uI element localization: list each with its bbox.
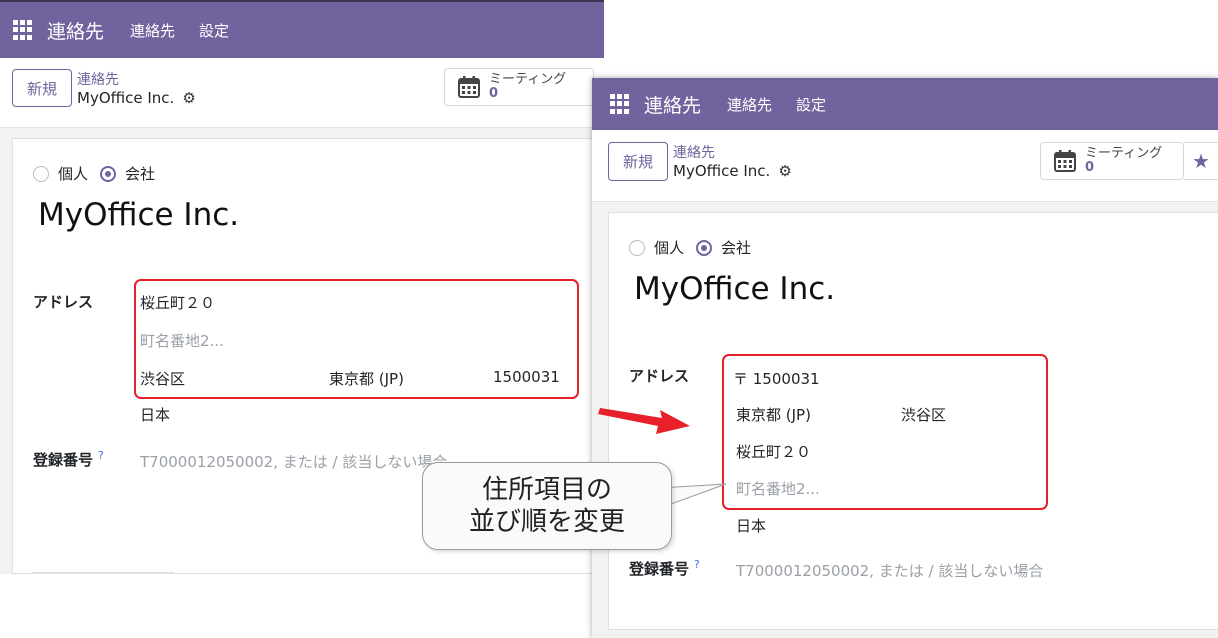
nav-brand[interactable]: 連絡先: [644, 91, 701, 118]
nav-item-settings[interactable]: 設定: [796, 94, 826, 115]
control-panel: 新規 連絡先 MyOffice Inc. ⚙ ミーティング 0: [0, 58, 604, 128]
meetings-smart-button[interactable]: ミーティング 0: [1040, 142, 1184, 180]
control-panel: 新規 連絡先 MyOffice Inc. ⚙ ミーティング 0 ★: [592, 130, 1218, 202]
radio-company-label: 会社: [125, 165, 156, 183]
breadcrumb-current-label: MyOffice Inc.: [77, 89, 175, 107]
address-highlight-box: [134, 279, 579, 399]
registration-label-text: 登録番号: [33, 451, 94, 469]
gear-icon[interactable]: ⚙: [778, 162, 791, 180]
breadcrumb-current: MyOffice Inc. ⚙: [673, 162, 792, 180]
calendar-icon: [458, 76, 480, 98]
callout-line-2: 並び順を変更: [468, 507, 625, 537]
registration-label-text: 登録番号: [629, 560, 690, 578]
nav-brand[interactable]: 連絡先: [47, 17, 104, 44]
company-type-radio: 個人 会社: [629, 237, 763, 258]
favorite-smart-button[interactable]: ★: [1184, 142, 1218, 180]
breadcrumb-parent[interactable]: 連絡先: [77, 69, 119, 89]
registration-field[interactable]: T7000012050002, または / 該当しない場合: [140, 451, 447, 472]
company-type-radio: 個人 会社: [33, 163, 167, 184]
address-label: アドレス: [33, 293, 94, 311]
registration-label: 登録番号?: [629, 558, 700, 579]
breadcrumb-parent[interactable]: 連絡先: [673, 142, 715, 162]
callout-line-1: 住所項目の: [481, 474, 612, 505]
country-field[interactable]: 日本: [140, 404, 170, 425]
new-button[interactable]: 新規: [12, 69, 72, 107]
meetings-count: 0: [1085, 160, 1095, 175]
new-button[interactable]: 新規: [608, 142, 668, 181]
meetings-count: 0: [489, 86, 499, 101]
breadcrumb-current: MyOffice Inc. ⚙: [77, 89, 196, 107]
nav-item-contacts[interactable]: 連絡先: [727, 94, 772, 115]
divider: [32, 572, 174, 574]
radio-company-label: 会社: [721, 239, 752, 257]
star-icon: ★: [1192, 149, 1210, 173]
gear-icon[interactable]: ⚙: [182, 89, 195, 107]
after-screenshot: 連絡先 連絡先 設定 新規 連絡先 MyOffice Inc. ⚙ ミーティング…: [592, 78, 1218, 638]
red-arrow-icon: [598, 408, 690, 434]
registration-label: 登録番号?: [33, 449, 104, 470]
help-icon[interactable]: ?: [694, 558, 700, 571]
radio-company[interactable]: [100, 165, 117, 182]
radio-company[interactable]: [696, 239, 713, 256]
address-highlight-box: [722, 354, 1048, 510]
form-sheet: 個人 会社 MyOffice Inc. アドレス 〒 1500031 東京都 (…: [608, 212, 1218, 630]
apps-grid-icon[interactable]: [13, 20, 33, 40]
address-label: アドレス: [629, 367, 690, 385]
meetings-smart-button[interactable]: ミーティング 0: [444, 68, 594, 106]
radio-individual[interactable]: [33, 165, 49, 182]
company-name-field[interactable]: MyOffice Inc.: [38, 197, 239, 233]
company-name-field[interactable]: MyOffice Inc.: [634, 271, 835, 307]
radio-individual[interactable]: [629, 239, 645, 256]
meetings-label: ミーティング: [489, 72, 567, 88]
nav-item-settings[interactable]: 設定: [199, 20, 229, 41]
top-navbar: 連絡先 連絡先 設定: [592, 78, 1218, 130]
meetings-label: ミーティング: [1085, 146, 1163, 162]
help-icon[interactable]: ?: [98, 449, 104, 462]
calendar-icon: [1054, 150, 1076, 172]
registration-field[interactable]: T7000012050002, または / 該当しない場合: [736, 560, 1043, 581]
callout-bubble: 住所項目の 並び順を変更: [422, 462, 672, 550]
breadcrumb-current-label: MyOffice Inc.: [673, 162, 771, 180]
country-field[interactable]: 日本: [736, 515, 766, 536]
radio-individual-label: 個人: [654, 239, 685, 257]
top-navbar: 連絡先 連絡先 設定: [0, 0, 604, 58]
nav-item-contacts[interactable]: 連絡先: [130, 20, 175, 41]
apps-grid-icon[interactable]: [610, 94, 630, 114]
radio-individual-label: 個人: [58, 165, 89, 183]
